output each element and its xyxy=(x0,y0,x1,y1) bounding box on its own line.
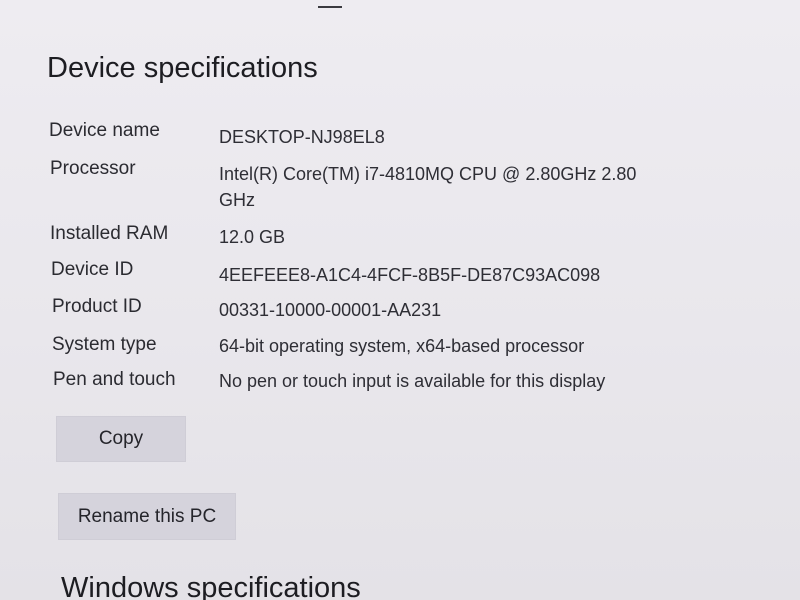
pen-and-touch-label: Pen and touch xyxy=(53,369,176,390)
product-id-label: Product ID xyxy=(52,296,142,317)
copy-button[interactable]: Copy xyxy=(56,416,186,462)
system-type-label: System type xyxy=(52,334,157,355)
device-id-value: 4EEFEEE8-A1C4-4FCF-8B5F-DE87C93AC098 xyxy=(219,265,601,285)
device-id-label: Device ID xyxy=(51,259,134,280)
installed-ram-label: Installed RAM xyxy=(50,223,169,244)
system-type-value: 64-bit operating system, x64-based proce… xyxy=(219,336,585,356)
device-name-label: Device name xyxy=(49,120,160,141)
processor-value: Intel(R) Core(TM) i7-4810MQ CPU @ 2.80GH… xyxy=(219,164,637,210)
device-specifications-heading: Device specifications xyxy=(47,52,318,84)
device-name-value: DESKTOP-NJ98EL8 xyxy=(219,127,385,147)
pen-and-touch-value: No pen or touch input is available for t… xyxy=(219,371,606,391)
product-id-value: 00331-10000-00001-AA231 xyxy=(219,300,442,320)
rename-this-pc-button[interactable]: Rename this PC xyxy=(58,493,236,540)
processor-label: Processor xyxy=(50,158,136,179)
previous-section-fragment xyxy=(318,0,342,8)
settings-about-page: Device specifications Device name DESKTO… xyxy=(0,0,800,600)
windows-specifications-heading: Windows specifications xyxy=(61,572,361,600)
installed-ram-value: 12.0 GB xyxy=(219,227,286,247)
